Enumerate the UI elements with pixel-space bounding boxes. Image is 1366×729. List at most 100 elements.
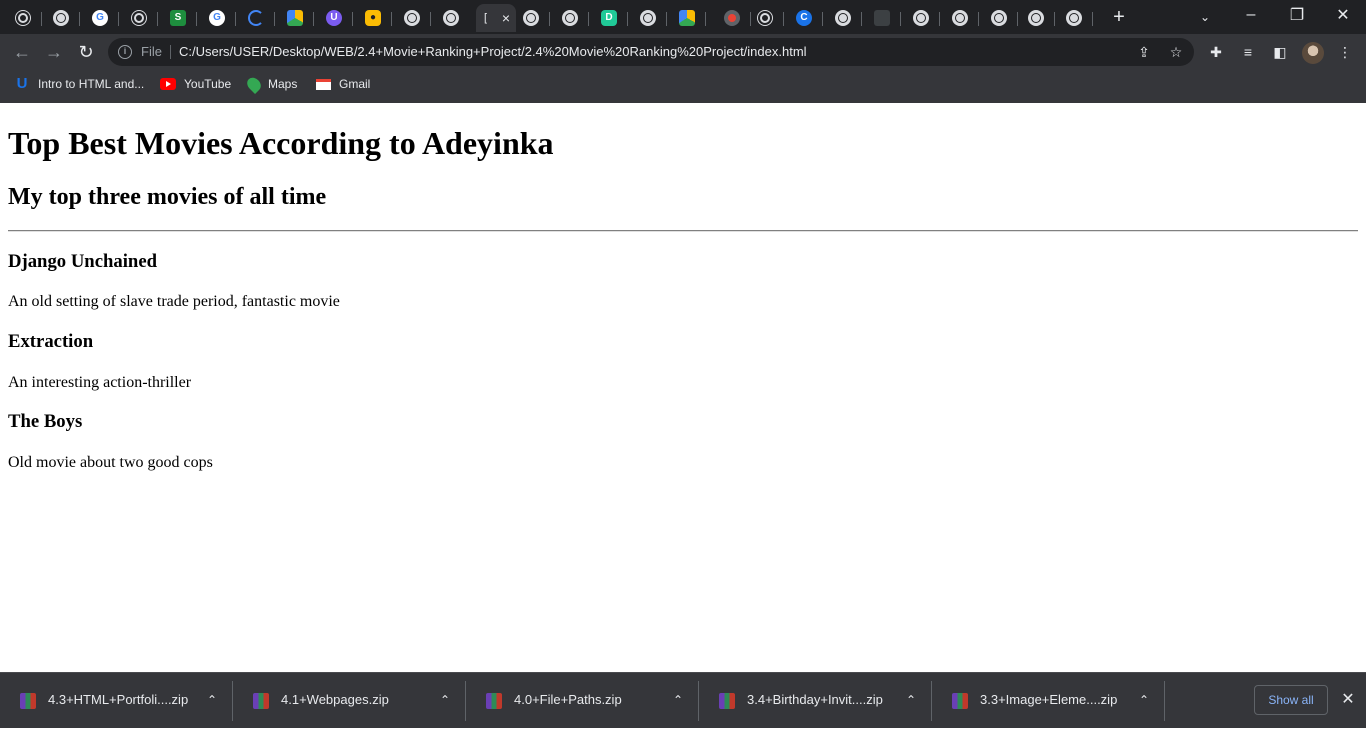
tab-active[interactable]: [ ×	[476, 4, 516, 32]
tab-8[interactable]	[276, 4, 314, 32]
movie-description: Old movie about two good cops	[8, 454, 213, 471]
address-bar[interactable]: i File C:/Users/USER/Desktop/WEB/2.4+Mov…	[108, 38, 1194, 66]
menu-kebab-icon[interactable]: ⋮	[1335, 42, 1355, 62]
tab-22[interactable]	[863, 4, 901, 32]
bookmark-label: Intro to HTML and...	[38, 77, 145, 91]
download-filename: 3.4+Birthday+Invit....zip	[747, 692, 883, 707]
tab-1[interactable]	[4, 4, 42, 32]
new-tab-button[interactable]: +	[1108, 6, 1130, 28]
tab-23[interactable]	[902, 4, 940, 32]
omnibox-divider	[170, 45, 171, 59]
tab-24[interactable]	[941, 4, 979, 32]
game-icon	[874, 10, 890, 26]
globe-icon	[562, 10, 578, 26]
download-filename: 4.3+HTML+Portfoli....zip	[48, 692, 189, 707]
download-item[interactable]: 3.4+Birthday+Invit....zip ⌃	[699, 673, 932, 729]
tab-17[interactable]	[668, 4, 706, 32]
globe-icon	[835, 10, 851, 26]
download-filename: 4.1+Webpages.zip	[281, 692, 389, 707]
tab-20[interactable]: C	[785, 4, 823, 32]
tab-3[interactable]: G	[81, 4, 119, 32]
close-tab-icon[interactable]: ×	[502, 10, 510, 26]
minimize-button[interactable]: –	[1228, 0, 1274, 30]
tab-26[interactable]	[1017, 4, 1055, 32]
movie-description: An old setting of slave trade period, fa…	[8, 293, 340, 310]
movie-description: An interesting action-thriller	[8, 374, 192, 391]
globe-icon	[404, 10, 420, 26]
chevron-up-icon[interactable]: ⌃	[670, 691, 686, 709]
chevron-up-icon[interactable]: ⌃	[903, 691, 919, 709]
winrar-archive-icon	[952, 693, 968, 709]
download-item[interactable]: 4.0+File+Paths.zip ⌃	[466, 673, 699, 729]
scheme-label: File	[141, 44, 162, 59]
tab-7[interactable]	[237, 4, 275, 32]
winrar-archive-icon	[719, 693, 735, 709]
download-shelf: 4.3+HTML+Portfoli....zip ⌃ 4.1+Webpages.…	[0, 672, 1366, 728]
tab-2[interactable]	[42, 4, 80, 32]
tab-21[interactable]	[824, 4, 862, 32]
chevron-up-icon[interactable]: ⌃	[437, 691, 453, 709]
tab-15[interactable]: D	[590, 4, 628, 32]
tab-6[interactable]: G	[198, 4, 236, 32]
download-item[interactable]: 4.1+Webpages.zip ⌃	[233, 673, 466, 729]
chrome-icon	[131, 10, 147, 26]
u-app-icon: U	[326, 10, 342, 26]
reload-icon[interactable]: ↻	[72, 38, 100, 66]
profile-avatar[interactable]	[1302, 42, 1324, 64]
forward-arrow-icon[interactable]: →	[40, 38, 68, 66]
back-arrow-icon[interactable]: ←	[8, 38, 36, 66]
tab-19[interactable]	[746, 4, 784, 32]
chevron-up-icon[interactable]: ⌃	[1136, 691, 1152, 709]
restore-button[interactable]: ❐	[1274, 0, 1320, 30]
info-icon[interactable]: i	[118, 45, 132, 59]
media-queue-icon[interactable]: ≡	[1238, 42, 1258, 62]
extensions-puzzle-icon[interactable]: ✚	[1206, 42, 1226, 62]
youtube-icon	[160, 78, 176, 90]
maps-icon	[244, 74, 264, 94]
tab-16[interactable]	[629, 4, 667, 32]
tab-9[interactable]: U	[315, 4, 353, 32]
globe-icon	[913, 10, 929, 26]
bookmark-maps[interactable]: Maps	[244, 74, 298, 94]
show-all-downloads-button[interactable]: Show all	[1254, 685, 1328, 715]
bookmark-label: Maps	[268, 77, 298, 91]
globe-icon	[640, 10, 656, 26]
download-item[interactable]: 3.3+Image+Eleme....zip ⌃	[932, 673, 1165, 729]
bookmark-gmail[interactable]: Gmail	[316, 75, 370, 93]
side-panel-icon[interactable]: ◧	[1270, 42, 1290, 62]
download-item[interactable]: 4.3+HTML+Portfoli....zip ⌃	[0, 673, 233, 729]
tab-11[interactable]	[393, 4, 431, 32]
drive-icon	[287, 10, 303, 26]
url-text[interactable]: C:/Users/USER/Desktop/WEB/2.4+Movie+Rank…	[179, 44, 807, 59]
window-close-button[interactable]: ✕	[1320, 0, 1366, 30]
yellow-app-icon: ●	[365, 10, 381, 26]
close-download-shelf-icon[interactable]: ✕	[1338, 689, 1358, 711]
page-subtitle: My top three movies of all time	[8, 184, 327, 210]
globe-icon	[443, 10, 459, 26]
tab-5[interactable]: S	[159, 4, 197, 32]
tab-4[interactable]	[120, 4, 158, 32]
loading-icon	[248, 10, 264, 26]
tab-strip: G S G U ● [ × D C + ⌄ – ❐ ✕	[0, 0, 1366, 34]
google-icon: G	[92, 10, 108, 26]
bookmark-youtube[interactable]: YouTube	[160, 75, 231, 93]
winrar-archive-icon	[486, 693, 502, 709]
tab-13[interactable]	[512, 4, 550, 32]
movie-title: The Boys	[8, 411, 83, 432]
c-app-icon: C	[796, 10, 812, 26]
gmail-icon	[316, 78, 331, 90]
bookmark-label: Gmail	[339, 77, 371, 91]
bookmark-star-icon[interactable]: ☆	[1166, 42, 1186, 62]
tab-25[interactable]	[980, 4, 1018, 32]
globe-icon	[1066, 10, 1082, 26]
tab-14[interactable]	[551, 4, 589, 32]
tab-10[interactable]: ●	[354, 4, 392, 32]
tab-search-chevron-icon[interactable]: ⌄	[1194, 6, 1216, 28]
tab-27[interactable]	[1055, 4, 1093, 32]
browser-toolbar: ← → ↻ i File C:/Users/USER/Desktop/WEB/2…	[0, 34, 1366, 70]
share-icon[interactable]: ⇪	[1134, 42, 1154, 62]
drive-icon	[679, 10, 695, 26]
chevron-up-icon[interactable]: ⌃	[204, 691, 220, 709]
tab-12[interactable]	[432, 4, 470, 32]
bookmark-udemy[interactable]: U Intro to HTML and...	[14, 75, 145, 93]
